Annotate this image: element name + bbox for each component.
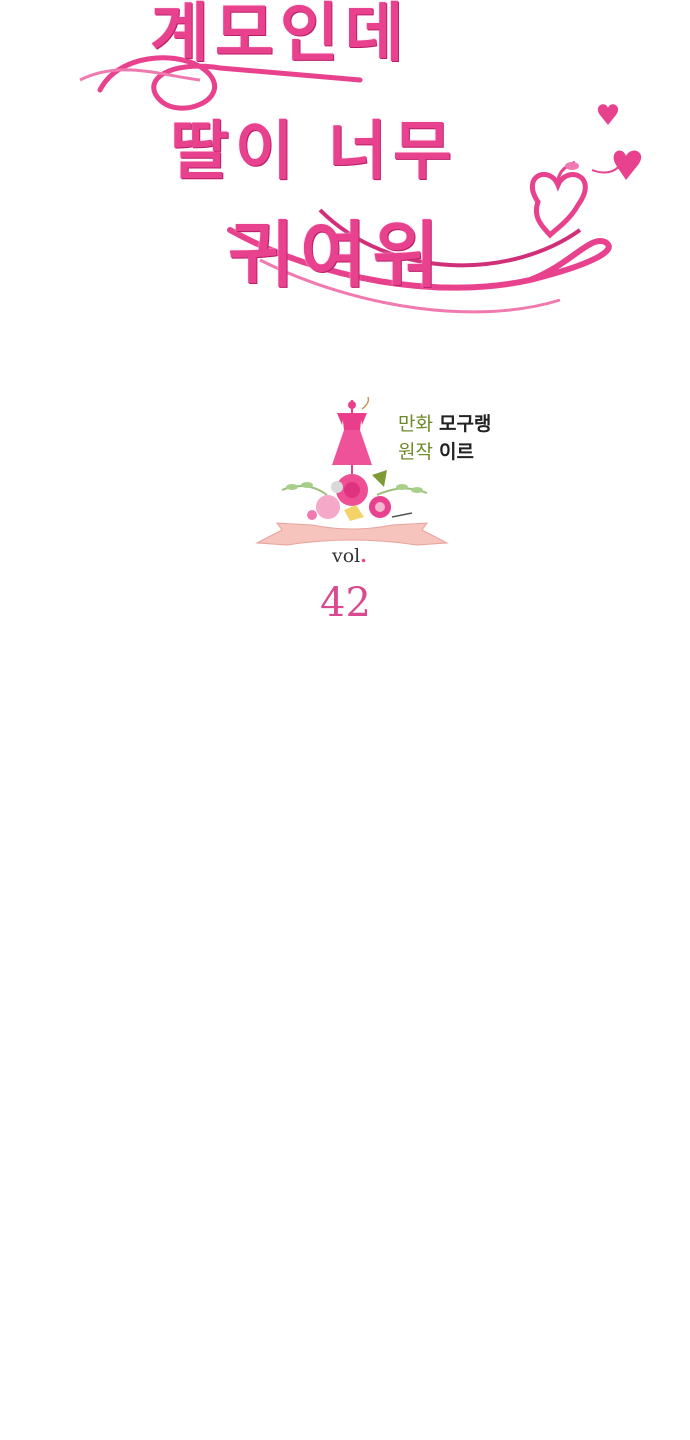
volume-label-text: vol: [332, 545, 361, 567]
volume-dot: .: [360, 545, 367, 567]
banner-ribbon: [255, 522, 449, 546]
flower-bouquet: [281, 470, 428, 521]
credit-role-label: 원작: [398, 441, 433, 463]
volume-label: vol.: [332, 545, 367, 567]
credit-name: 이르: [438, 441, 474, 463]
apple-heart-icon: [529, 160, 588, 239]
credit-role-label: 만화: [398, 413, 433, 435]
credits: 만화 모구랭 원작 이르: [398, 410, 491, 466]
title-line-1: 계모인데: [150, 0, 410, 71]
credit-artist: 만화 모구랭: [398, 410, 491, 438]
title-line-3: 귀여워: [228, 212, 445, 297]
heart-icon: [613, 150, 642, 180]
credit-author: 원작 이르: [398, 438, 491, 466]
heart-icon: [597, 104, 619, 125]
credit-name: 모구랭: [438, 413, 492, 435]
title-line-2: 딸이 너무: [170, 114, 458, 189]
volume-number: 42: [320, 580, 371, 626]
